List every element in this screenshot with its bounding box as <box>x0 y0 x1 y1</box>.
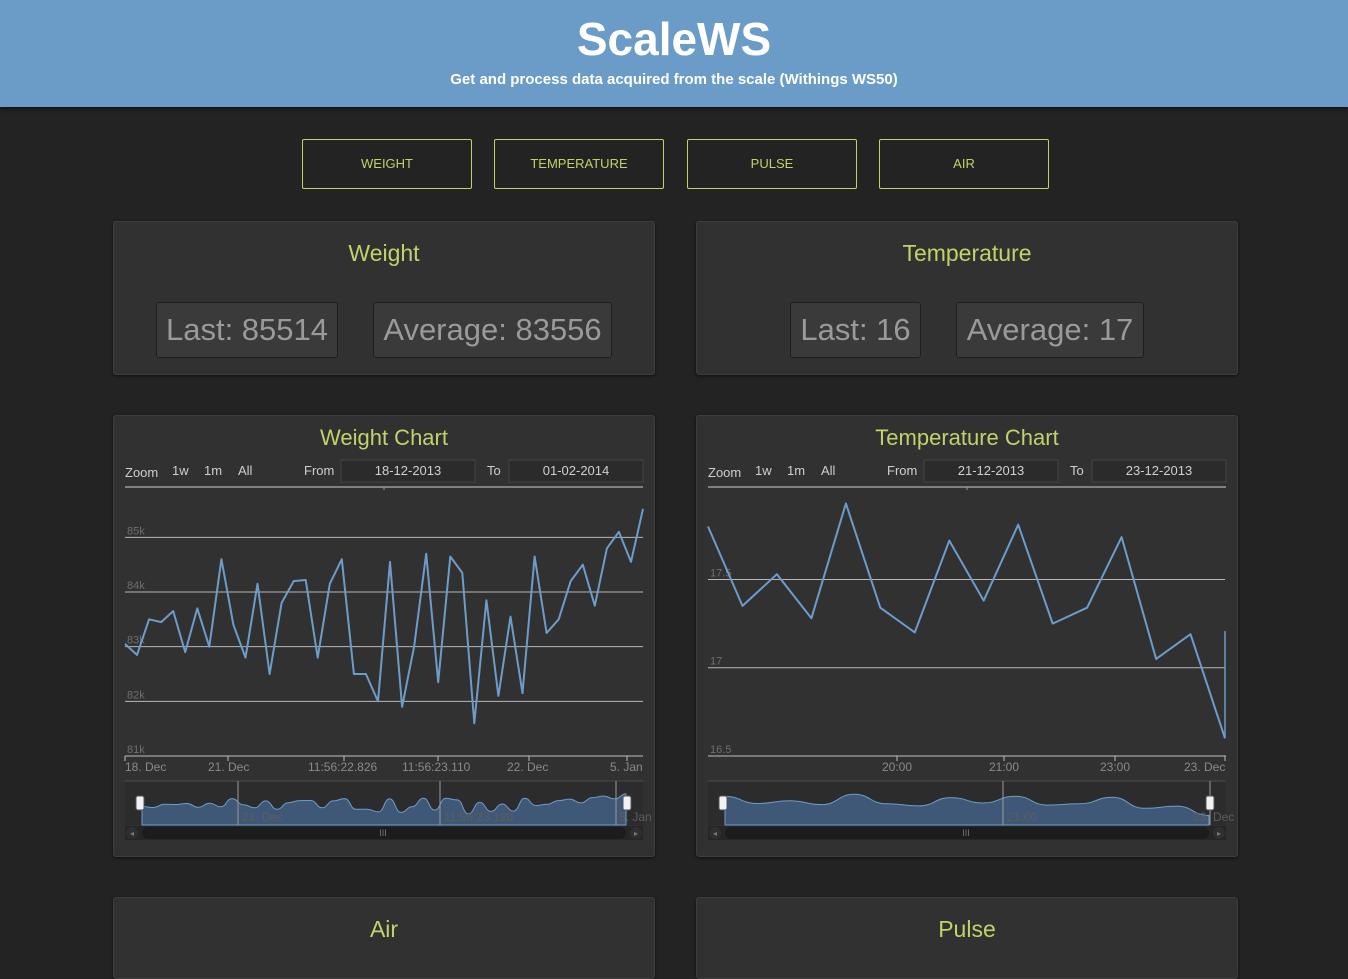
weight-zoom-label: Zoom <box>125 465 158 480</box>
temperature-nav-button[interactable]: TEMPERATURE <box>494 139 664 189</box>
air-panel-title: Air <box>369 916 399 942</box>
weight-scroll-left-icon: ◂ <box>130 829 134 838</box>
temperature-zoom-1w-button[interactable]: 1w <box>755 463 772 478</box>
weight-x-tick-label: 11:56:23.110 <box>402 760 471 774</box>
weight-stats-title: Weight <box>348 240 420 266</box>
weight-x-tick-label: 5. Jan <box>610 760 643 774</box>
temperature-plot-area: 16.51717.5 <box>707 502 1226 757</box>
temperature-navigator-left-handle[interactable] <box>718 795 728 811</box>
temperature-scroll-right-icon: ▸ <box>1217 829 1221 838</box>
temperature-zoom-all-button[interactable]: All <box>821 463 836 478</box>
temperature-y-tick-label: 16.5 <box>710 744 731 756</box>
weight-y-tick-label: 82k <box>127 689 145 701</box>
weight-chart-panel: Weight Chart Zoom 1w 1m All From 18-12-2… <box>113 415 655 857</box>
weight-zoom-1m-button[interactable]: 1m <box>204 463 222 478</box>
weight-navigator-label: 21. Dec <box>242 810 283 824</box>
temperature-from-label: From <box>887 463 917 478</box>
weight-y-tick-label: 84k <box>127 580 145 592</box>
app-subtitle: Get and process data acquired from the s… <box>450 71 898 88</box>
weight-y-tick-label: 81k <box>127 744 145 756</box>
weight-x-tick-label: 18. Dec <box>125 760 166 774</box>
weight-navigator-right-handle[interactable] <box>622 795 632 811</box>
weight-from-value: 18-12-2013 <box>375 463 442 478</box>
temperature-x-tick-label: 20:00 <box>882 760 912 774</box>
pulse-panel-title: Pulse <box>938 916 996 942</box>
temperature-scroll-left-icon: ◂ <box>713 829 717 838</box>
temperature-from-value: 21-12-2013 <box>958 463 1025 478</box>
temperature-series-line <box>707 502 1226 739</box>
weight-scrollbar-grip-icon: III <box>379 828 387 838</box>
air-nav-button[interactable]: AIR <box>879 139 1049 189</box>
weight-stats-panel: Weight Last: 85514 Average: 83556 <box>113 221 655 375</box>
temperature-to-label: To <box>1070 463 1084 478</box>
weight-x-tick-label: 11:56:22.826 <box>308 760 378 774</box>
weight-last-value: Last: 85514 <box>156 302 338 358</box>
temperature-x-tick-label: 23:00 <box>1100 760 1130 774</box>
temperature-chart: Zoom 1w 1m All From 21-12-2013 To 23-12-… <box>707 459 1234 840</box>
pulse-panel: Pulse <box>696 897 1238 979</box>
weight-zoom-all-button[interactable]: All <box>238 463 253 478</box>
weight-x-tick-label: 21. Dec <box>208 760 249 774</box>
temperature-navigator-label: 23. Dec <box>1193 810 1234 824</box>
weight-scroll-right-icon: ▸ <box>634 829 638 838</box>
temperature-x-tick-label: 23. Dec <box>1184 760 1225 774</box>
weight-navigator-label: 11:56:23.120 <box>444 810 514 824</box>
temperature-stats-title: Temperature <box>902 240 1032 266</box>
weight-zoom-1w-button[interactable]: 1w <box>172 463 189 478</box>
weight-navigator-left-handle[interactable] <box>135 795 145 811</box>
weight-plot-area: 81k82k83k84k85k <box>124 508 644 757</box>
temperature-x-tick-label: 21:00 <box>989 760 1019 774</box>
weight-navigator-label: 5. Jan <box>619 810 652 824</box>
temperature-y-tick-label: 17 <box>710 656 722 668</box>
app-header: ScaleWS Get and process data acquired fr… <box>0 0 1348 107</box>
weight-series-line <box>124 508 644 725</box>
temperature-zoom-1m-button[interactable]: 1m <box>787 463 805 478</box>
temperature-last-value: Last: 16 <box>790 302 921 358</box>
weight-to-value: 01-02-2014 <box>543 463 610 478</box>
weight-y-tick-label: 85k <box>127 525 145 537</box>
temperature-navigator-right-handle[interactable] <box>1205 795 1215 811</box>
weight-to-label: To <box>487 463 501 478</box>
pulse-nav-button[interactable]: PULSE <box>687 139 857 189</box>
temperature-to-value: 23-12-2013 <box>1126 463 1193 478</box>
weight-chart: Zoom 1w 1m All From 18-12-2013 To 01-02-… <box>124 459 652 840</box>
temperature-navigator-label: 21:00 <box>1007 810 1037 824</box>
weight-x-tick-label: 22. Dec <box>507 760 548 774</box>
weight-from-label: From <box>304 463 334 478</box>
temperature-zoom-label: Zoom <box>708 465 741 480</box>
air-panel: Air <box>113 897 655 979</box>
app-title: ScaleWS <box>576 13 772 65</box>
temperature-chart-panel: Temperature Chart Zoom 1w 1m All From 21… <box>696 415 1238 857</box>
temperature-scrollbar-grip-icon: III <box>962 828 970 838</box>
weight-average-value: Average: 83556 <box>373 302 612 358</box>
temperature-average-value: Average: 17 <box>956 302 1144 358</box>
temperature-stats-panel: Temperature Last: 16 Average: 17 <box>696 221 1238 375</box>
weight-nav-button[interactable]: WEIGHT <box>302 139 472 189</box>
